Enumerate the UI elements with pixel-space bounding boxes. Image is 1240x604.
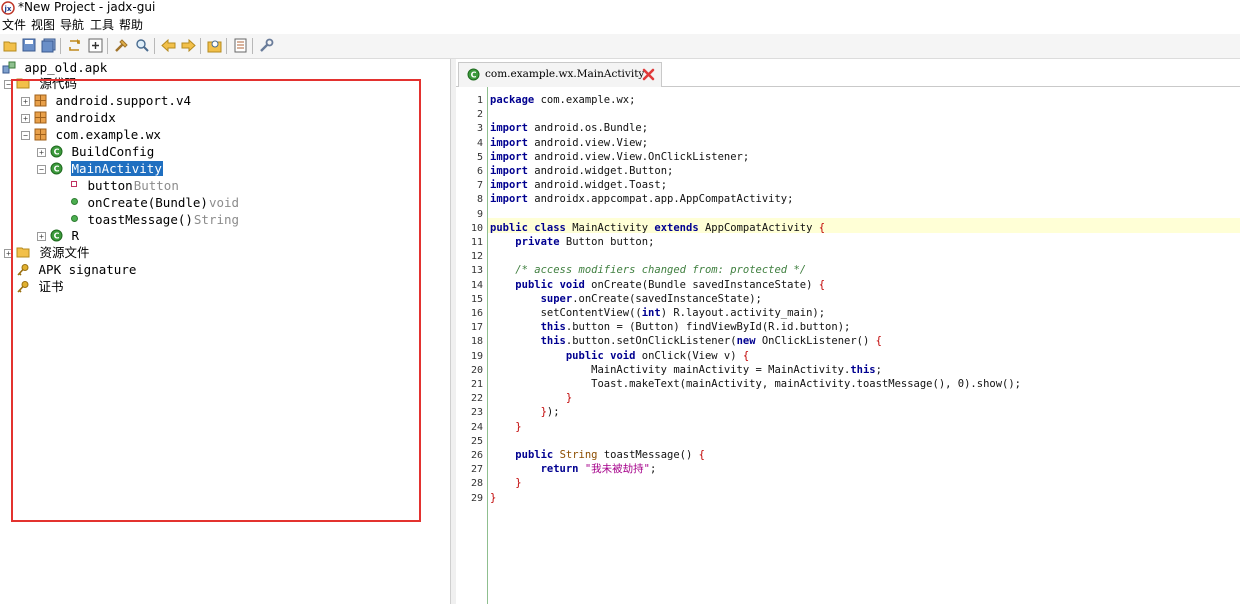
expand-all-icon[interactable]: [87, 37, 103, 53]
code-line: }: [490, 491, 497, 504]
log-icon[interactable]: [232, 37, 248, 53]
line-number: 26: [470, 450, 483, 461]
apk-icon: [2, 61, 16, 74]
line-number: 20: [470, 365, 483, 376]
code-line: import android.os.Bundle;: [490, 122, 649, 135]
line-number: 13: [470, 265, 483, 276]
toolbar: [0, 34, 1240, 59]
code-line: }: [515, 477, 522, 490]
annotation-box: [11, 79, 421, 522]
code-line: public void onCreate(Bundle savedInstanc…: [515, 278, 826, 291]
line-number: 2: [476, 109, 483, 120]
menu-help[interactable]: 帮助: [119, 17, 143, 33]
code-line: import android.widget.Toast;: [490, 179, 668, 192]
tab-main-activity[interactable]: C com.example.wx.MainActivity: [458, 62, 662, 87]
class-icon: C: [467, 68, 480, 81]
svg-text:C: C: [471, 71, 477, 80]
line-number: 7: [476, 180, 483, 191]
svg-text:jx: jx: [4, 5, 12, 13]
code-line: import androidx.appcompat.app.AppCompatA…: [490, 193, 794, 206]
code-line: setContentView((int) R.layout.activity_m…: [490, 307, 826, 319]
line-number: 11: [470, 237, 483, 248]
code-line: return "我未被劫持";: [540, 463, 657, 476]
line-number: 27: [470, 464, 483, 475]
line-number: 16: [470, 308, 483, 319]
line-number: 29: [470, 493, 483, 504]
line-number: 1: [476, 95, 483, 106]
menu-view[interactable]: 视图: [31, 17, 55, 33]
line-number: 15: [470, 294, 483, 305]
line-number: 23: [470, 407, 483, 418]
code-line: public class MainActivity extends AppCom…: [490, 221, 826, 234]
editor-tab-bar: C com.example.wx.MainActivity: [456, 59, 1240, 87]
back-icon[interactable]: [160, 37, 176, 53]
line-number: 18: [470, 336, 483, 347]
line-number: 4: [476, 138, 483, 149]
decompile-icon[interactable]: [113, 37, 129, 53]
menu-navigation[interactable]: 导航: [60, 17, 84, 33]
code-line: }: [565, 392, 573, 405]
line-number: 24: [470, 422, 483, 433]
code-line: this.button.setOnClickListener(new OnCli…: [540, 335, 882, 348]
code-line: import android.widget.Button;: [490, 165, 674, 177]
line-number-gutter: 1 2 3 4 5 6 7 8 9 10 11 12 13 14 15 16 1…: [456, 87, 488, 604]
jadx-app-icon: jx: [1, 1, 15, 15]
line-number: 28: [470, 478, 483, 489]
menu-tools[interactable]: 工具: [90, 17, 114, 33]
line-number: 6: [476, 166, 483, 177]
code-line: import android.view.View.OnClickListener…: [490, 150, 750, 163]
line-number: 5: [476, 152, 483, 163]
save-icon[interactable]: [21, 37, 37, 53]
code-line: Toast.makeText(mainActivity, mainActivit…: [490, 378, 1022, 390]
code-line: private Button button;: [515, 236, 655, 248]
line-number: 14: [470, 280, 483, 291]
forward-icon[interactable]: [180, 37, 196, 53]
code-line: package com.example.wx;: [490, 94, 636, 106]
tree-root[interactable]: app_old.apk: [2, 59, 108, 76]
line-number: 22: [470, 393, 483, 404]
code-editor[interactable]: 1 2 3 4 5 6 7 8 9 10 11 12 13 14 15 16 1…: [456, 87, 1240, 604]
code-line: import android.view.View;: [490, 136, 649, 149]
line-number: 19: [470, 351, 483, 362]
code-line: public String toastMessage() {: [515, 449, 705, 461]
sync-tree-icon[interactable]: [66, 37, 82, 53]
code-line: MainActivity mainActivity = MainActivity…: [490, 363, 882, 376]
preferences-icon[interactable]: [258, 37, 274, 53]
find-usage-icon[interactable]: [206, 37, 222, 53]
title-bar: jx *New Project - jadx-gui: [0, 0, 1240, 16]
line-number: 10: [470, 223, 483, 234]
open-folder-icon[interactable]: [2, 37, 18, 53]
code-line: this.button = (Button) findViewById(R.id…: [540, 321, 851, 334]
line-number: 25: [470, 436, 483, 447]
code-line: }: [515, 420, 522, 433]
line-number: 17: [470, 322, 483, 333]
search-icon[interactable]: [134, 37, 150, 53]
code-line: /* access modifiers changed from: protec…: [515, 264, 807, 277]
line-number: 9: [476, 209, 483, 220]
code-line: super.onCreate(savedInstanceState);: [540, 292, 762, 305]
tree-label-apk: app_old.apk: [24, 60, 108, 75]
menu-file[interactable]: 文件: [2, 17, 26, 33]
code-line: });: [540, 406, 560, 419]
code-line: public void onClick(View v) {: [565, 349, 750, 362]
menu-bar: 文件 视图 导航 工具 帮助: [0, 16, 1240, 34]
line-number: 12: [470, 251, 483, 262]
tab-label: com.example.wx.MainActivity: [485, 68, 645, 80]
save-all-icon[interactable]: [40, 37, 56, 53]
line-number: 3: [476, 123, 483, 134]
close-icon[interactable]: [642, 68, 655, 81]
line-number: 8: [476, 194, 483, 205]
window-title: *New Project - jadx-gui: [18, 0, 156, 14]
line-number: 21: [470, 379, 483, 390]
